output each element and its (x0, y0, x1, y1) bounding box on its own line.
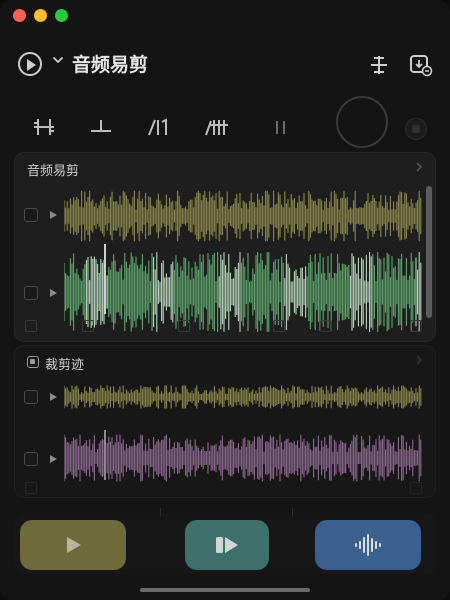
marker-square[interactable] (178, 320, 190, 332)
waveform-track-1[interactable] (64, 188, 422, 244)
settings-mini-button[interactable] (405, 118, 427, 140)
zoom-window-button[interactable] (55, 9, 68, 22)
track-group-title: 裁剪迹 (45, 358, 85, 373)
app-title: 音频易剪 (72, 54, 149, 76)
marker-square[interactable] (410, 482, 422, 494)
waveform-track-3[interactable] (64, 376, 422, 418)
track-play-icon[interactable] (50, 289, 57, 297)
pause-icon[interactable] (268, 116, 294, 138)
record-button[interactable] (336, 96, 388, 148)
trim-icon[interactable] (32, 116, 58, 138)
split-line-icon[interactable] (88, 116, 114, 138)
chevron-down-icon[interactable] (52, 54, 64, 66)
track-play-icon[interactable] (50, 393, 57, 401)
playhead[interactable] (104, 430, 106, 480)
marker-square[interactable] (410, 320, 422, 332)
marker-square[interactable] (25, 482, 37, 494)
window-controls (13, 9, 68, 22)
minimize-window-button[interactable] (34, 9, 47, 22)
track-play-icon[interactable] (50, 211, 57, 219)
home-indicator (140, 588, 310, 592)
marker-square[interactable] (82, 320, 94, 332)
waveform-button[interactable] (315, 520, 421, 570)
track-group-title: 音频易剪 (27, 164, 80, 179)
playhead[interactable] (104, 244, 106, 314)
audio-play-button[interactable] (185, 520, 269, 570)
track-checkbox[interactable] (24, 452, 38, 466)
marker-square[interactable] (273, 320, 285, 332)
play-button[interactable] (20, 520, 126, 570)
divider (292, 508, 293, 516)
play-circle-icon[interactable] (18, 52, 42, 76)
track-checkbox[interactable] (24, 208, 38, 222)
scrollbar[interactable] (426, 186, 432, 318)
track-play-icon[interactable] (50, 455, 57, 463)
toolbar (0, 96, 450, 156)
split-icon[interactable] (366, 52, 392, 78)
fade-out-icon[interactable] (204, 116, 230, 138)
track-checkbox[interactable] (24, 286, 38, 300)
waveform-track-4[interactable] (64, 432, 422, 484)
chevron-right-icon[interactable] (413, 161, 425, 173)
audio-play-icon (216, 537, 238, 553)
app-window: 音频易剪 音频易剪 裁剪迹 (0, 0, 450, 600)
waveform-track-2[interactable] (64, 250, 422, 334)
header: 音频易剪 (0, 40, 450, 88)
marker-square[interactable] (25, 320, 37, 332)
play-icon (67, 537, 81, 553)
close-window-button[interactable] (13, 9, 26, 22)
group-checkbox[interactable] (27, 356, 39, 368)
export-icon[interactable] (408, 52, 434, 78)
fade-in-icon[interactable] (146, 116, 172, 138)
marker-square[interactable] (320, 320, 332, 332)
waveform-icon (355, 534, 381, 556)
track-checkbox[interactable] (24, 390, 38, 404)
divider (160, 508, 161, 516)
chevron-right-icon[interactable] (413, 354, 425, 366)
